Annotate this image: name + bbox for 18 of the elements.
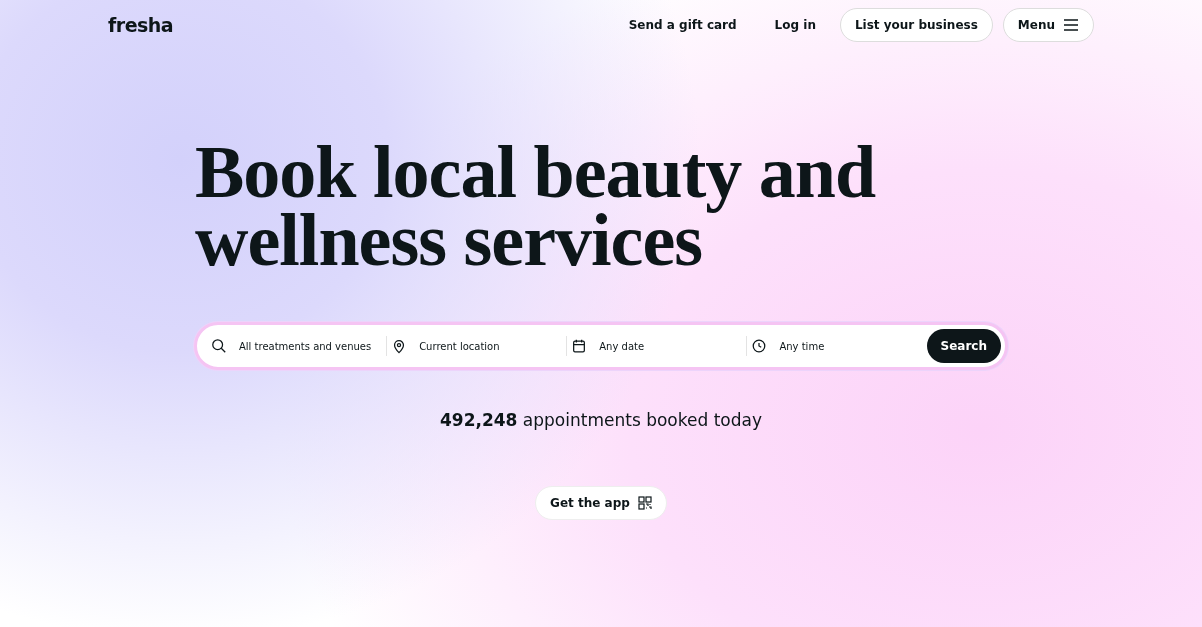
headline: Book local beauty and wellness services: [195, 138, 877, 274]
search-field[interactable]: Any time: [777, 339, 922, 353]
get-app-button[interactable]: Get the app: [535, 486, 667, 520]
clock-icon: [751, 338, 768, 354]
search-field[interactable]: Current location: [417, 339, 562, 353]
calendar-icon: [571, 338, 588, 354]
search-button[interactable]: Search: [926, 329, 1001, 363]
appointments-stat: 492,248 appointments booked today: [439, 410, 763, 430]
menu-icon: [1063, 19, 1079, 31]
search-field[interactable]: Any date: [597, 339, 742, 353]
nav-link[interactable]: Send a gift card: [614, 10, 751, 40]
menu-button[interactable]: Menu: [1002, 8, 1094, 42]
qr-code-icon: [637, 496, 652, 510]
search-icon: [211, 338, 227, 354]
logo[interactable]: fresha: [108, 14, 174, 36]
nav-link[interactable]: Log in: [760, 10, 830, 40]
search-field[interactable]: All treatments and venues: [237, 339, 381, 353]
list-business-button[interactable]: List your business: [839, 8, 993, 42]
